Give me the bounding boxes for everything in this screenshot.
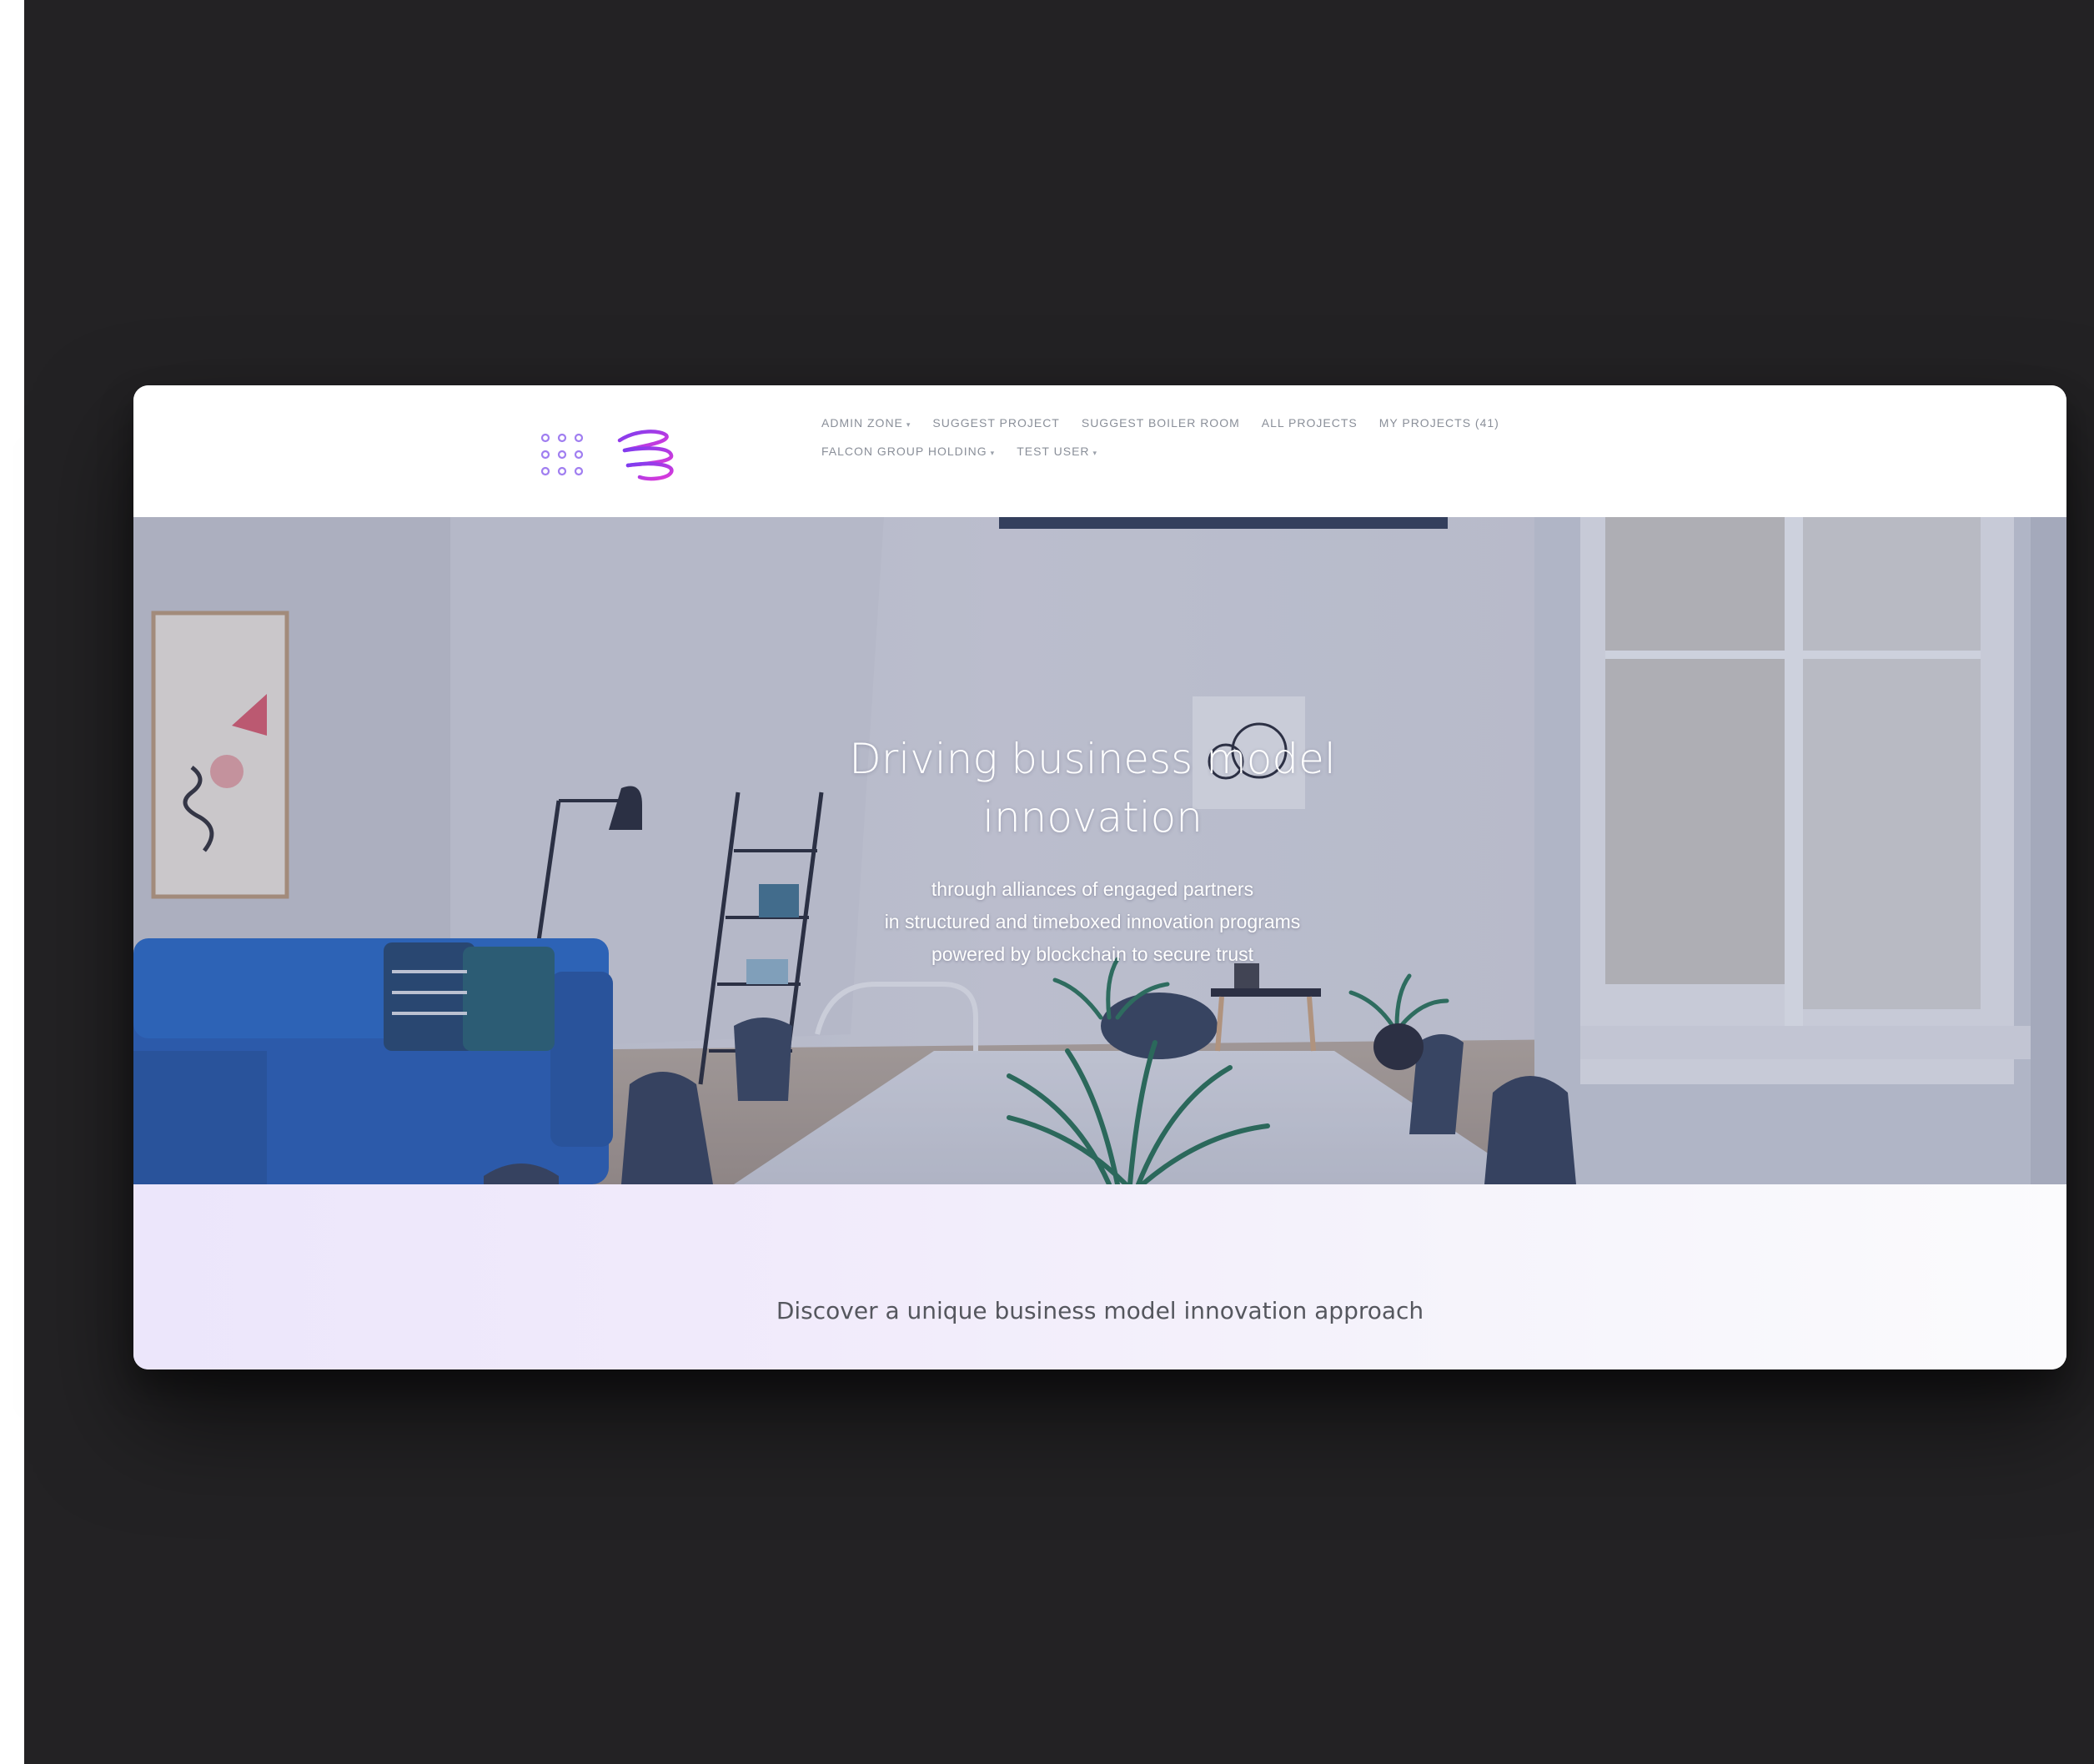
nav-suggest-project[interactable]: SUGGEST PROJECT [932,416,1059,430]
site-header: ADMIN ZONE ▾ SUGGEST PROJECT SUGGEST BOIL… [133,385,2066,517]
presentation-backdrop: ADMIN ZONE ▾ SUGGEST PROJECT SUGGEST BOIL… [24,0,2094,1764]
chevron-down-icon: ▾ [990,449,996,457]
hero-subtitle-line-2: in structured and timeboxed innovation p… [884,911,1301,932]
discover-heading: Discover a unique business model innovat… [776,1297,1424,1324]
nav-my-projects[interactable]: MY PROJECTS (41) [1379,416,1499,430]
swirl-logo-icon[interactable] [613,425,680,484]
nav-suggest-boiler-room[interactable]: SUGGEST BOILER ROOM [1082,416,1240,430]
hero-subtitle-line-1: through alliances of engaged partners [931,878,1254,900]
nav-row-secondary: FALCON GROUP HOLDING ▾ TEST USER ▾ [821,437,1572,465]
nav-admin-zone[interactable]: ADMIN ZONE ▾ [821,416,911,430]
grid-dots-logo-icon[interactable] [539,431,585,478]
browser-page: ADMIN ZONE ▾ SUGGEST PROJECT SUGGEST BOIL… [133,385,2066,1369]
nav-organization-menu[interactable]: FALCON GROUP HOLDING ▾ [821,445,995,458]
nav-user-menu[interactable]: TEST USER ▾ [1017,445,1097,458]
discover-section: Discover a unique business model innovat… [133,1184,2066,1369]
hero-subtitle: through alliances of engaged partners in… [759,873,1426,971]
hero-title: Driving business model innovation [759,730,1426,847]
hero-title-line-1: Driving business model [849,735,1336,783]
hero-title-line-2: innovation [982,793,1203,842]
nav-all-projects[interactable]: ALL PROJECTS [1262,416,1358,430]
hero-banner: Driving business model innovation throug… [133,517,2066,1184]
hero-text: Driving business model innovation throug… [759,730,1426,971]
hero-subtitle-line-3: powered by blockchain to secure trust [931,943,1254,965]
nav-row-primary: ADMIN ZONE ▾ SUGGEST PROJECT SUGGEST BOIL… [821,409,1572,437]
main-navigation: ADMIN ZONE ▾ SUGGEST PROJECT SUGGEST BOIL… [821,409,1572,465]
chevron-down-icon: ▾ [906,420,911,429]
chevron-down-icon: ▾ [1092,449,1098,457]
